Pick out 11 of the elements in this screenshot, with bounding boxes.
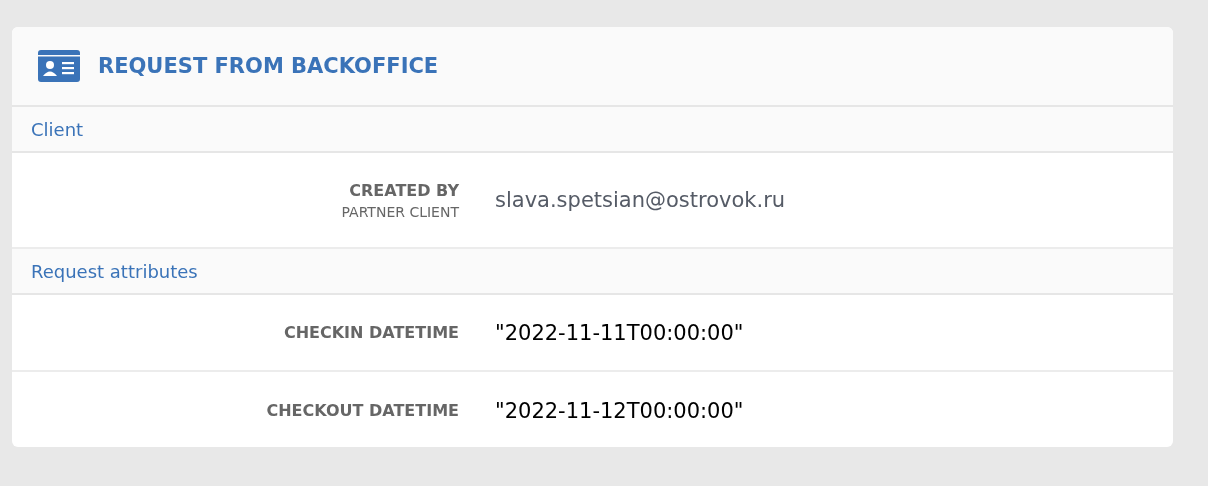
field-label: CHECKOUT DATETIME xyxy=(265,401,459,420)
field-sublabel: PARTNER CLIENT xyxy=(340,203,459,220)
field-label: CREATED BY xyxy=(348,180,459,200)
panel-title: REQUEST FROM BACKOFFICE xyxy=(98,54,439,78)
field-value: "2022-11-11T00:00:00" xyxy=(495,320,744,345)
field-value: slava.spetsian@ostrovok.ru xyxy=(495,188,786,212)
id-card-icon xyxy=(38,50,80,82)
section-title: Request attributes xyxy=(31,260,198,282)
field-label: CHECKIN DATETIME xyxy=(282,323,459,342)
section-title: Client xyxy=(31,118,84,140)
field-value: "2022-11-12T00:00:00" xyxy=(495,398,744,423)
